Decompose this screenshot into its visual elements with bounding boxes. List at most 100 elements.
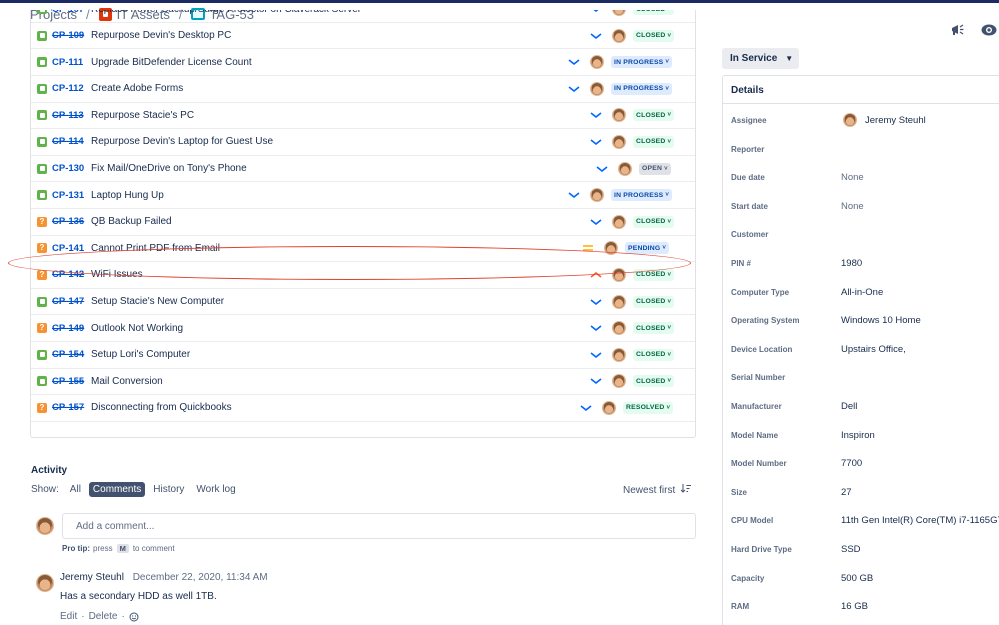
detail-field-value[interactable]: 500 GB [841, 573, 873, 584]
issue-summary[interactable]: Outlook Not Working [91, 323, 183, 334]
status-transition-label[interactable]: In Service [730, 53, 777, 64]
issue-row[interactable]: CP-111 Upgrade BitDefender License Count I… [31, 49, 695, 76]
status-label[interactable]: CLOSED [636, 378, 666, 385]
issue-key-link[interactable]: CP-141 [52, 243, 84, 254]
delete-comment-link[interactable]: Delete [89, 611, 118, 622]
issue-summary[interactable]: Setup Stacie's New Computer [91, 296, 224, 307]
filter-history[interactable]: History [149, 482, 188, 497]
issue-summary[interactable]: Replace Power Backup/Surge Protector on … [91, 10, 361, 15]
megaphone-icon[interactable] [947, 20, 967, 40]
status-lozenge[interactable]: IN PROGRESS ˅ [611, 189, 673, 202]
issue-key-link[interactable]: CP-142 [52, 269, 84, 280]
status-label[interactable]: CLOSED [636, 10, 666, 13]
detail-field-value[interactable]: None [841, 201, 864, 212]
status-lozenge[interactable]: CLOSED˅ [633, 322, 675, 335]
issue-summary[interactable]: Repurpose Stacie's PC [91, 110, 194, 121]
status-lozenge[interactable]: CLOSED˅ [633, 135, 675, 148]
watch-eye-icon[interactable] [979, 20, 999, 40]
status-lozenge[interactable]: CLOSED˅ [633, 109, 675, 122]
issue-row[interactable]: ? CP-142 WiFi Issues CLOSED ˅ [31, 262, 695, 289]
sort-order-label[interactable]: Newest first [623, 485, 675, 496]
issue-summary[interactable]: Create Adobe Forms [91, 83, 183, 94]
detail-field-value[interactable]: All-in-One [841, 287, 883, 298]
status-lozenge[interactable]: CLOSED˅ [633, 295, 675, 308]
detail-field-value[interactable]: 11th Gen Intel(R) Core(TM) i7-1165G7 [841, 515, 999, 526]
detail-field-value[interactable]: 1980 [841, 258, 862, 269]
add-comment-input[interactable]: Add a comment... [62, 513, 696, 539]
issue-key-link[interactable]: CP-136 [52, 216, 84, 227]
issue-row[interactable]: CP-114 Repurpose Devin's Laptop for Guest… [31, 129, 695, 156]
status-lozenge[interactable]: CLOSED˅ [633, 215, 675, 228]
status-label[interactable]: CLOSED [636, 32, 666, 39]
issue-summary[interactable]: Repurpose Devin's Laptop for Guest Use [91, 136, 273, 147]
detail-field-value[interactable]: Dell [841, 401, 857, 412]
issue-summary[interactable]: Disconnecting from Quickbooks [91, 402, 232, 413]
filter-work-log[interactable]: Work log [192, 482, 239, 497]
issue-key-link[interactable]: CP-114 [52, 136, 84, 147]
status-lozenge[interactable]: CLOSED˅ [633, 268, 675, 281]
issue-row[interactable]: CP-130 Fix Mail/OneDrive on Tony's Phone O… [31, 156, 695, 183]
issue-key-link[interactable]: CP-157 [52, 402, 84, 413]
issue-summary[interactable]: Upgrade BitDefender License Count [91, 57, 252, 68]
status-label[interactable]: IN PROGRESS [614, 85, 663, 92]
issue-row[interactable]: CP-112 Create Adobe Forms IN PROGRESS ˅ [31, 76, 695, 103]
issue-key-link[interactable]: CP-131 [52, 190, 84, 201]
status-label[interactable]: CLOSED [636, 218, 666, 225]
status-lozenge[interactable]: CLOSED˅ [633, 29, 675, 42]
status-lozenge[interactable]: PENDING ˅ [625, 242, 670, 255]
filter-all[interactable]: All [66, 482, 85, 497]
issue-key-link[interactable]: CP-149 [52, 323, 84, 334]
issue-key-link[interactable]: CP-154 [52, 349, 84, 360]
issue-summary[interactable]: Setup Lori's Computer [91, 349, 190, 360]
detail-field-value[interactable]: None [841, 172, 864, 183]
status-label[interactable]: CLOSED [636, 351, 666, 358]
status-label[interactable]: CLOSED [636, 325, 666, 332]
issue-row[interactable]: ? CP-141 Cannot Print PDF from Email PENDIN… [31, 236, 695, 263]
issue-row[interactable]: ? CP-149 Outlook Not Working CLOSED ˅ [31, 315, 695, 342]
issue-summary[interactable]: Fix Mail/OneDrive on Tony's Phone [91, 163, 247, 174]
issue-row[interactable]: CP-107 Replace Power Backup/Surge Protect… [31, 10, 695, 23]
detail-field-value[interactable]: SSD [841, 544, 861, 555]
issue-key-link[interactable]: CP-155 [52, 376, 84, 387]
issue-row[interactable]: CP-131 Laptop Hung Up IN PROGRESS ˅ [31, 182, 695, 209]
issue-summary[interactable]: Laptop Hung Up [91, 190, 164, 201]
issue-key-link[interactable]: CP-130 [52, 163, 84, 174]
issue-summary[interactable]: WiFi Issues [91, 269, 143, 280]
status-label[interactable]: CLOSED [636, 271, 666, 278]
status-label[interactable]: OPEN [642, 165, 662, 172]
status-transition-button[interactable]: In Service ▼ [722, 48, 799, 69]
edit-comment-link[interactable]: Edit [60, 611, 77, 622]
status-label[interactable]: CLOSED [636, 138, 666, 145]
status-lozenge[interactable]: OPEN ˅ [639, 162, 671, 175]
status-lozenge[interactable]: IN PROGRESS ˅ [611, 82, 673, 95]
issue-key-link[interactable]: CP-147 [52, 296, 84, 307]
detail-field-value[interactable]: Windows 10 Home [841, 315, 921, 326]
issue-key-link[interactable]: CP-112 [52, 83, 84, 94]
status-lozenge[interactable]: CLOSED˅ [633, 375, 675, 388]
detail-field-value[interactable]: 27 [841, 487, 852, 498]
status-label[interactable]: CLOSED [636, 112, 666, 119]
issue-row[interactable]: CP-154 Setup Lori's Computer CLOSED ˅ [31, 342, 695, 369]
status-lozenge[interactable]: CLOSED˅ [633, 10, 675, 15]
status-label[interactable]: PENDING [628, 245, 660, 252]
status-lozenge[interactable]: RESOLVED ˅ [623, 401, 674, 414]
issue-summary[interactable]: Mail Conversion [91, 376, 163, 387]
issue-row[interactable]: CP-147 Setup Stacie's New Computer CLOSED ˅ [31, 289, 695, 316]
comment-author[interactable]: Jeremy Steuhl [60, 572, 124, 583]
detail-field-value[interactable]: 7700 [841, 458, 862, 469]
comment-time[interactable]: December 22, 2020, 11:34 AM [133, 572, 268, 583]
issue-summary[interactable]: Cannot Print PDF from Email [91, 243, 220, 254]
status-label[interactable]: RESOLVED [626, 404, 665, 411]
issue-row[interactable]: ? CP-157 Disconnecting from Quickbooks RESO… [31, 395, 695, 422]
sort-order-button[interactable]: Newest first [623, 484, 692, 496]
detail-field-value[interactable]: 16 GB [841, 601, 868, 612]
issue-key-link[interactable]: CP-111 [52, 57, 83, 68]
issue-row[interactable]: CP-155 Mail Conversion CLOSED ˅ [31, 369, 695, 396]
issue-row[interactable]: CP-109 Repurpose Devin's Desktop PC CLOSED… [31, 23, 695, 50]
status-lozenge[interactable]: IN PROGRESS ˅ [611, 56, 673, 69]
add-reaction-icon[interactable] [129, 612, 139, 622]
status-label[interactable]: CLOSED [636, 298, 666, 305]
status-lozenge[interactable]: CLOSED˅ [633, 348, 675, 361]
issue-key-link[interactable]: CP-113 [52, 110, 84, 121]
issue-summary[interactable]: QB Backup Failed [91, 216, 172, 227]
